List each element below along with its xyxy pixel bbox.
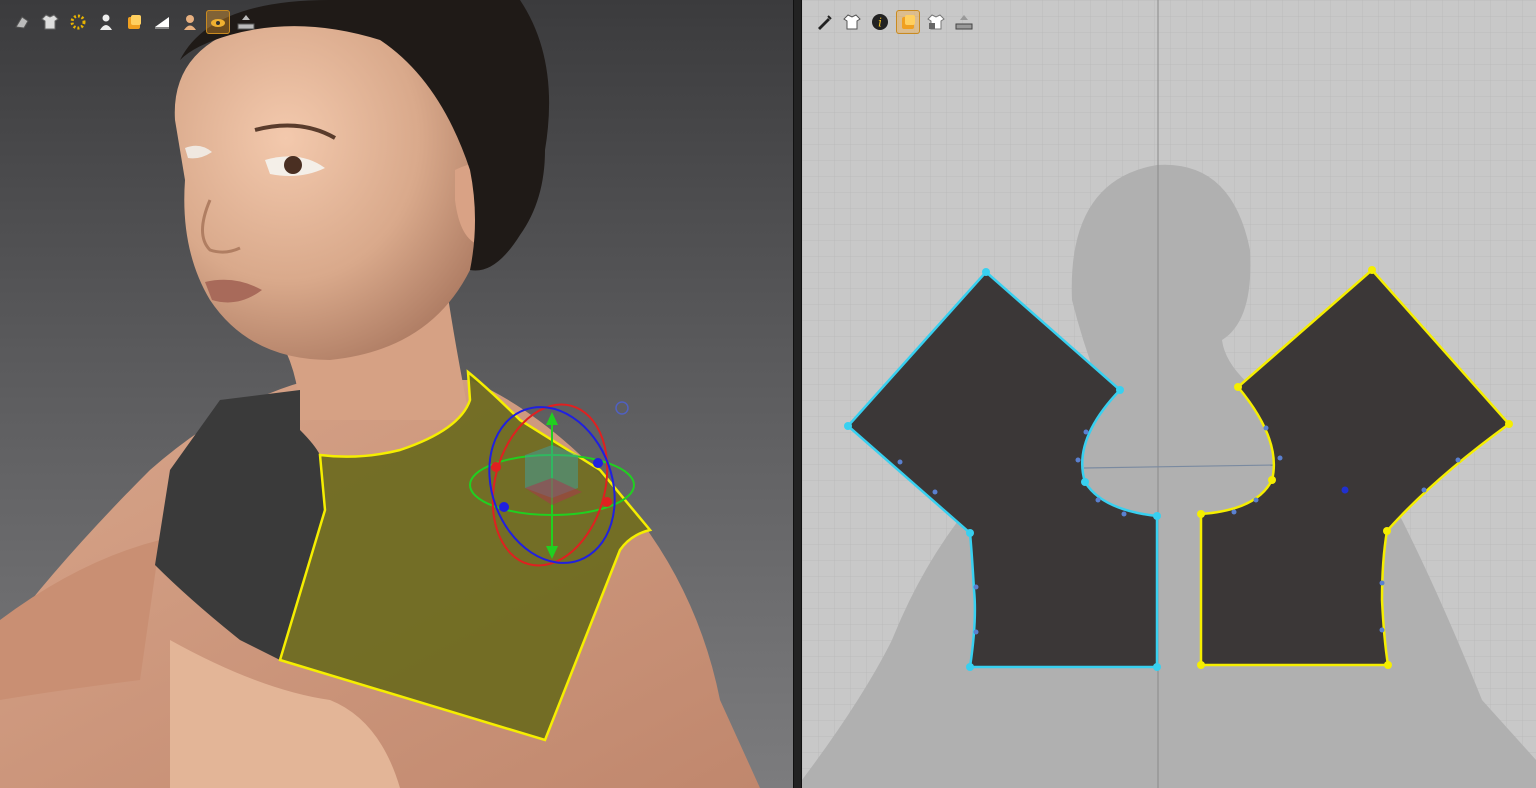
garment-display-icon (41, 14, 59, 30)
fabric-texture-button[interactable] (122, 10, 146, 34)
lock-garment-icon (927, 14, 945, 30)
avatar-figure-icon (100, 14, 112, 30)
pattern-canvas[interactable] (802, 0, 1536, 788)
avatar-skin-button[interactable] (178, 10, 202, 34)
avatar-display-icon (15, 16, 29, 29)
3d-scene[interactable] (0, 0, 793, 788)
garment-display-button[interactable] (38, 10, 62, 34)
shading-icon (155, 17, 169, 29)
arrangement-points-icon (70, 14, 86, 30)
fabric-view-icon (902, 15, 915, 29)
info-icon: i (872, 14, 888, 30)
edit-pattern-icon (818, 15, 832, 30)
fabric-texture-icon (128, 15, 141, 29)
avatar-skin-icon (184, 15, 196, 30)
measure-tool-2d-button[interactable] (952, 10, 976, 34)
measure-tool-icon (237, 15, 255, 30)
garment-view-button[interactable] (840, 10, 864, 34)
pattern-visibility-icon (211, 19, 225, 27)
2d-toolbar: i (812, 10, 976, 34)
garment-view-icon (843, 14, 861, 30)
svg-text:i: i (878, 16, 882, 30)
lock-garment-button[interactable] (924, 10, 948, 34)
measure-tool-button[interactable] (234, 10, 258, 34)
fabric-view-button[interactable] (896, 10, 920, 34)
avatar-figure-button[interactable] (94, 10, 118, 34)
avatar-iris (284, 156, 302, 174)
avatar-display-button[interactable] (10, 10, 34, 34)
pattern-visibility-button[interactable] (206, 10, 230, 34)
3d-viewport[interactable] (0, 0, 793, 788)
measure-tool-2d-icon (955, 15, 973, 30)
2d-pattern-window[interactable]: i (802, 0, 1536, 788)
arrangement-points-button[interactable] (66, 10, 90, 34)
edit-pattern-button[interactable] (812, 10, 836, 34)
shading-button[interactable] (150, 10, 174, 34)
info-button[interactable]: i (868, 10, 892, 34)
3d-toolbar (10, 10, 258, 34)
panel-divider[interactable] (793, 0, 802, 788)
